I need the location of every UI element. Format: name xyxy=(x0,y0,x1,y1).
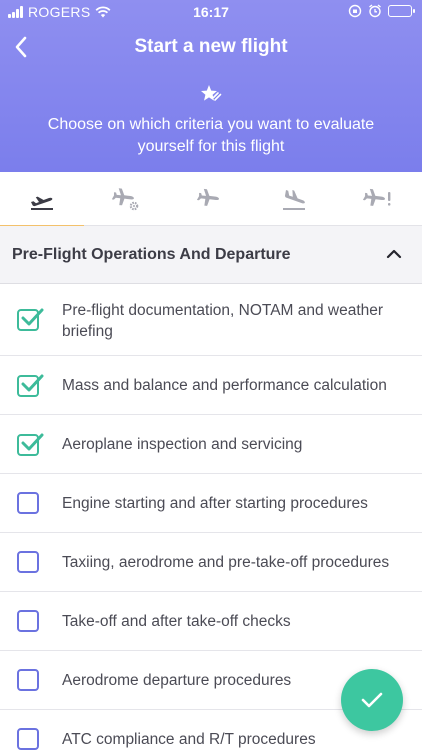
item-label: Engine starting and after starting proce… xyxy=(62,495,368,512)
plane-icon xyxy=(197,188,220,206)
status-bar: ROGERS 16:17 xyxy=(0,0,422,24)
sparkle-star-icon xyxy=(199,82,223,106)
battery-icon xyxy=(388,5,415,17)
list-item[interactable]: Taxiing, aerodrome and pre-take-off proc… xyxy=(0,533,422,592)
checkbox[interactable] xyxy=(17,492,39,514)
plane-alert-icon xyxy=(363,188,391,206)
section-header[interactable]: Pre-Flight Operations And Departure xyxy=(0,226,422,284)
plane-settings-icon xyxy=(112,188,139,211)
checkmark-icon xyxy=(21,433,44,451)
list-item[interactable]: Take-off and after take-off checks xyxy=(0,592,422,651)
tab-departure[interactable] xyxy=(0,172,84,227)
checkbox[interactable] xyxy=(17,433,44,456)
tab-landing[interactable] xyxy=(252,172,336,226)
phase-tabs xyxy=(0,172,422,227)
tab-flight-setup[interactable] xyxy=(84,172,168,226)
list-item[interactable]: Engine starting and after starting proce… xyxy=(0,474,422,533)
tab-cruise[interactable] xyxy=(168,172,252,226)
confirm-button[interactable] xyxy=(341,669,403,731)
checkmark-icon xyxy=(361,692,383,708)
checkbox[interactable] xyxy=(17,308,44,331)
item-label: Take-off and after take-off checks xyxy=(62,613,291,630)
tab-emergency[interactable] xyxy=(336,172,420,226)
list-item[interactable]: Pre-flight documentation, NOTAM and weat… xyxy=(0,284,422,356)
checkbox[interactable] xyxy=(17,374,44,397)
header: ROGERS 16:17 Start a new flight Choose o… xyxy=(0,0,422,172)
chevron-up-icon xyxy=(386,249,402,259)
orientation-lock-icon xyxy=(348,4,362,18)
departure-icon xyxy=(31,196,53,210)
item-label: Pre-flight documentation, NOTAM and weat… xyxy=(62,302,384,340)
landing-icon xyxy=(283,190,305,210)
status-right xyxy=(348,4,415,18)
item-label: Taxiing, aerodrome and pre-take-off proc… xyxy=(62,554,390,571)
section-title: Pre-Flight Operations And Departure xyxy=(12,246,291,263)
item-label: Aeroplane inspection and servicing xyxy=(62,436,303,453)
checkbox[interactable] xyxy=(17,610,39,632)
list-item[interactable]: Mass and balance and performance calcula… xyxy=(0,356,422,415)
checkmark-icon xyxy=(21,308,44,326)
page-title: Start a new flight xyxy=(134,36,288,57)
page-subtitle: Choose on which criteria you want to eva… xyxy=(47,116,375,155)
checkbox[interactable] xyxy=(17,669,39,691)
alarm-icon xyxy=(369,4,381,18)
checkbox[interactable] xyxy=(17,551,39,573)
checkmark-icon xyxy=(21,374,44,392)
item-label: Mass and balance and performance calcula… xyxy=(62,377,387,394)
item-label: ATC compliance and R/T procedures xyxy=(62,731,316,748)
checkbox[interactable] xyxy=(17,728,39,750)
list-item[interactable]: Aeroplane inspection and servicing xyxy=(0,415,422,474)
